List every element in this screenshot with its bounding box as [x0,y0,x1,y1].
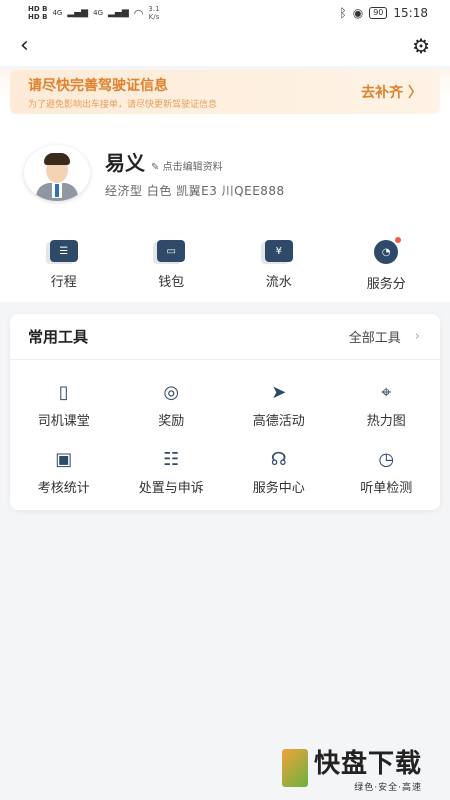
gear-icon[interactable]: ⚙ [412,34,430,58]
all-tools-link[interactable]: 全部工具 › [349,327,420,346]
avatar[interactable] [24,145,90,201]
back-arrow-icon[interactable]: ‹ [20,35,29,57]
profile-section: 请尽快完善驾驶证信息 为了避免影响出车接单，请尽快更新驾驶证信息 去补齐 〉 易… [0,70,450,210]
sim1-label: HD B [28,5,48,13]
watermark-title: 快盘下载 [314,749,423,779]
all-tools-label: 全部工具 [348,331,401,346]
tool-label: 热力图 [366,414,406,429]
driver-name: 易义 [105,151,145,175]
quick-action-statement[interactable]: ¥ 流水 [239,240,319,302]
chevron-right-icon: › [414,329,420,344]
clock: 15:18 [393,6,428,20]
edit-profile-link[interactable]: ✎ 点击编辑资料 [151,158,223,173]
quick-action-label: 行程 [50,275,77,290]
tool-service-center[interactable]: ☊ 服务中心 [225,449,333,497]
tool-assessment-stats[interactable]: ▣ 考核统计 [10,449,118,497]
statement-icon: ¥ [264,240,293,262]
sim-indicators: HD B HD B [28,5,47,21]
watermark: 快盘下载 绿色·安全·高速 [282,742,446,794]
tool-amap-activity[interactable]: ➤ 高德活动 [225,382,333,430]
service-score-icon: ◔ [374,237,402,264]
medal-icon: ◎ [163,382,180,403]
tools-title: 常用工具 [28,328,89,346]
tool-disposal-appeal[interactable]: ☷ 处置与申诉 [118,449,226,497]
signal-icon-2: ▂▄▆ [108,8,129,18]
wallet-icon: ▭ [157,240,186,262]
tool-label: 服务中心 [252,481,305,496]
net-speed: 3.1 K/s [148,5,159,21]
watermark-text: 快盘下载 绿色·安全·高速 [314,743,422,793]
tool-order-detection[interactable]: ◷ 听单检测 [333,449,441,497]
net2-label: 4G [93,9,103,17]
book-icon: ▯ [58,382,69,403]
profile-info: 易义 ✎ 点击编辑资料 经济型 白色 凯翼E3 川QEE888 [105,147,285,199]
tool-label: 处置与申诉 [138,481,204,496]
license-banner[interactable]: 请尽快完善驾驶证信息 为了避免影响出车接单，请尽快更新驾驶证信息 去补齐 〉 [10,70,440,114]
map-pin-icon: ⌖ [381,382,392,403]
common-tools-card: 常用工具 全部工具 › ▯ 司机课堂 ◎ 奖励 ➤ 高德活动 ⌖ 热力图 ▣ 考… [10,314,440,510]
status-bar: HD B HD B 4G ▂▄▆ 4G ▂▄▆ ◠ 3.1 K/s ᛒ ◉ 90… [0,0,450,26]
watermark-slogan: 绿色·安全·高速 [354,783,423,793]
banner-text: 请尽快完善驾驶证信息 为了避免影响出车接单，请尽快更新驾驶证信息 [28,75,217,110]
banner-title: 请尽快完善驾驶证信息 [28,77,168,94]
edit-profile-label: 点击编辑资料 [162,162,223,173]
tool-heatmap[interactable]: ⌖ 热力图 [333,382,441,430]
tool-label: 高德活动 [252,414,305,429]
car-info: 经济型 白色 凯翼E3 川QEE888 [105,184,285,198]
sim2-label: HD B [28,13,48,21]
notification-badge [395,237,402,243]
tool-driver-class[interactable]: ▯ 司机课堂 [10,382,118,430]
quick-action-service-score[interactable]: ◔ 服务分 [346,237,426,302]
speed-value: 3.1 [148,5,160,13]
speed-unit: K/s [148,13,160,21]
status-right: ᛒ ◉ 90 15:18 [340,6,428,20]
tools-grid: ▯ 司机课堂 ◎ 奖励 ➤ 高德活动 ⌖ 热力图 ▣ 考核统计 ☷ 处置与申诉 … [10,360,441,497]
paper-plane-icon: ➤ [271,382,287,403]
bluetooth-icon: ᛒ [339,6,347,20]
tools-header: 常用工具 全部工具 › [10,314,440,360]
watermark-logo [282,749,308,787]
quick-actions: ☰ 行程 ▭ 钱包 ¥ 流水 ◔ 服务分 [0,210,450,302]
wifi-icon: ◠ [133,6,144,20]
driver-profile: 易义 ✎ 点击编辑资料 经济型 白色 凯翼E3 川QEE888 [0,114,450,210]
tool-label: 奖励 [158,414,185,429]
tool-reward[interactable]: ◎ 奖励 [118,382,226,430]
status-left: HD B HD B 4G ▂▄▆ 4G ▂▄▆ ◠ 3.1 K/s [28,5,160,21]
tool-label: 考核统计 [37,481,90,496]
quick-action-wallet[interactable]: ▭ 钱包 [131,240,211,302]
trip-icon: ☰ [49,240,78,262]
tool-label: 听单检测 [360,481,413,496]
pencil-icon: ✎ [151,162,160,173]
tool-label: 司机课堂 [37,414,90,429]
quick-action-label: 钱包 [158,275,185,290]
location-icon: ◉ [352,6,364,20]
quick-action-label: 服务分 [366,277,406,292]
gauge-icon: ◷ [378,449,395,470]
quick-action-label: 流水 [265,275,292,290]
top-bar: ‹ ⚙ [0,26,450,66]
message-icon: ☷ [163,449,180,470]
name-row: 易义 ✎ 点击编辑资料 [105,147,285,176]
net1-label: 4G [52,9,63,17]
headset-icon: ☊ [270,449,287,470]
battery-icon: 90 [369,7,388,19]
banner-action-link[interactable]: 去补齐 〉 [361,82,422,102]
signal-icon: ▂▄▆ [67,8,89,18]
chart-icon: ▣ [55,449,73,470]
quick-action-trip[interactable]: ☰ 行程 [24,240,104,302]
banner-subtitle: 为了避免影响出车接单，请尽快更新驾驶证信息 [28,99,218,110]
